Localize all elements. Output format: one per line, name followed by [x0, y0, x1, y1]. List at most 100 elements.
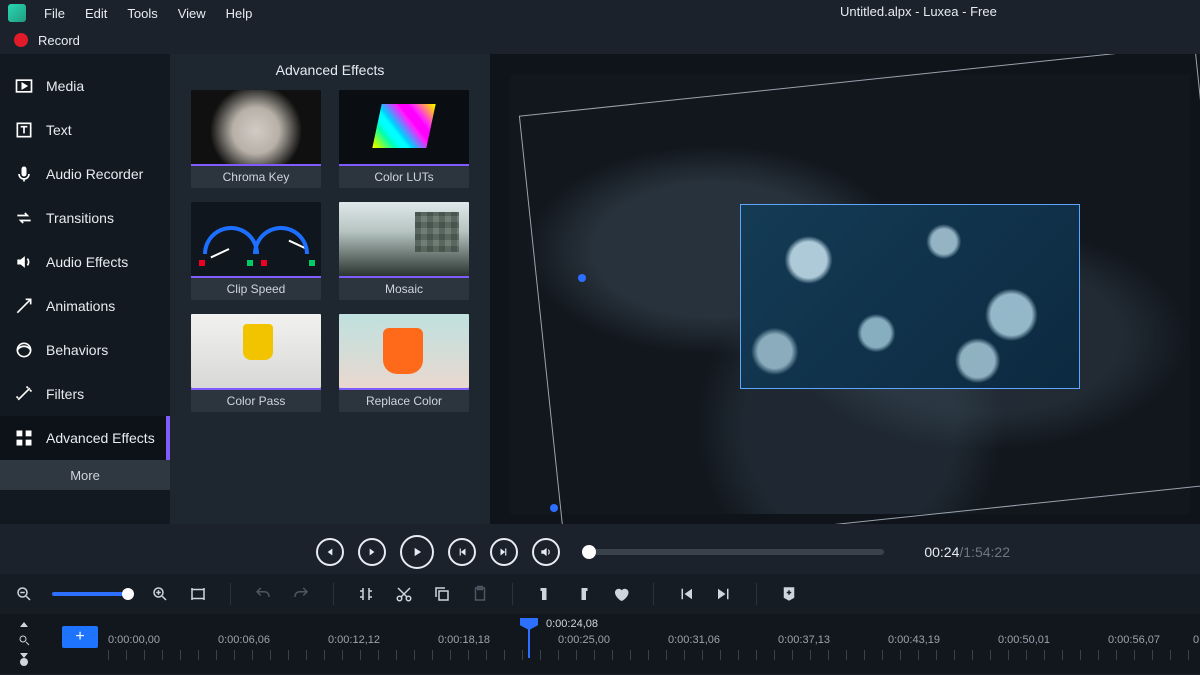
effect-card-replace-color[interactable]: Replace Color: [339, 314, 469, 412]
ruler-label: 0:00:06,06: [218, 634, 270, 646]
add-marker-icon[interactable]: [779, 584, 799, 604]
playhead-time-label: 0:00:24,08: [546, 618, 598, 630]
sidebar: Media Text Audio Recorder Transitions Au…: [0, 54, 170, 524]
sidebar-item-label: Audio Effects: [46, 254, 128, 270]
sidebar-item-label: Filters: [46, 386, 84, 402]
zoom-in-icon[interactable]: [150, 584, 170, 604]
app-logo-icon: [8, 4, 26, 22]
effect-thumbnail: [339, 90, 469, 164]
sidebar-item-animations[interactable]: Animations: [0, 284, 170, 328]
track-indicator: [20, 658, 28, 666]
record-button[interactable]: Record: [38, 33, 80, 48]
timeline-toolbar: [0, 574, 1200, 614]
ruler-label: 0:00:12,12: [328, 634, 380, 646]
go-start-icon[interactable]: [676, 584, 696, 604]
skip-back-button[interactable]: [448, 538, 476, 566]
effect-card-chroma-key[interactable]: Chroma Key: [191, 90, 321, 188]
sidebar-item-audio-effects[interactable]: Audio Effects: [0, 240, 170, 284]
menu-help[interactable]: Help: [216, 0, 263, 26]
ruler-label: 0:00:25,00: [558, 634, 610, 646]
duration-time: 1:54:22: [963, 544, 1010, 560]
undo-icon[interactable]: [253, 584, 273, 604]
effect-card-color-luts[interactable]: Color LUTs: [339, 90, 469, 188]
selection-handle[interactable]: [578, 274, 586, 282]
sidebar-item-media[interactable]: Media: [0, 64, 170, 108]
redo-icon[interactable]: [291, 584, 311, 604]
sidebar-item-audio-recorder[interactable]: Audio Recorder: [0, 152, 170, 196]
effect-label: Color LUTs: [339, 164, 469, 188]
volume-button[interactable]: [532, 538, 560, 566]
effect-label: Mosaic: [339, 276, 469, 300]
mark-out-icon[interactable]: [573, 584, 593, 604]
add-track-button[interactable]: +: [62, 626, 98, 648]
sidebar-item-label: Advanced Effects: [46, 430, 155, 446]
playback-progress[interactable]: [584, 549, 884, 555]
arrow-up-icon[interactable]: [18, 620, 30, 632]
effect-thumbnail: [339, 202, 469, 276]
sidebar-item-label: Text: [46, 122, 72, 138]
current-time: 00:24: [924, 544, 959, 560]
effects-panel: Advanced Effects Chroma Key Color LUTs C…: [170, 54, 490, 524]
selection-handle[interactable]: [550, 504, 558, 512]
sidebar-item-behaviors[interactable]: Behaviors: [0, 328, 170, 372]
go-end-icon[interactable]: [714, 584, 734, 604]
menu-file[interactable]: File: [34, 0, 75, 26]
menu-tools[interactable]: Tools: [117, 0, 167, 26]
ruler-label: 0:01:0: [1193, 634, 1200, 646]
play-button[interactable]: [400, 535, 434, 569]
timeline-ruler[interactable]: 0:00:00,00 0:00:06,06 0:00:12,12 0:00:18…: [108, 618, 1200, 658]
main-area: Media Text Audio Recorder Transitions Au…: [0, 54, 1200, 524]
effect-label: Color Pass: [191, 388, 321, 412]
effect-card-color-pass[interactable]: Color Pass: [191, 314, 321, 412]
progress-handle[interactable]: [582, 545, 596, 559]
sidebar-item-label: Transitions: [46, 210, 114, 226]
animation-icon: [14, 296, 34, 316]
ruler-label: 0:00:00,00: [108, 634, 160, 646]
preview-viewport[interactable]: [490, 54, 1200, 524]
effect-card-mosaic[interactable]: Mosaic: [339, 202, 469, 300]
paste-icon[interactable]: [470, 584, 490, 604]
sidebar-item-advanced-effects[interactable]: Advanced Effects: [0, 416, 170, 460]
magic-wand-icon: [14, 384, 34, 404]
mark-in-icon[interactable]: [535, 584, 555, 604]
menu-view[interactable]: View: [168, 0, 216, 26]
ruler-label: 0:00:31,06: [668, 634, 720, 646]
sidebar-item-transitions[interactable]: Transitions: [0, 196, 170, 240]
favorite-icon[interactable]: [611, 584, 631, 604]
effect-thumbnail: [339, 314, 469, 388]
fit-timeline-icon[interactable]: [188, 584, 208, 604]
zoom-slider[interactable]: [52, 592, 132, 596]
sidebar-item-label: Audio Recorder: [46, 166, 143, 182]
copy-icon[interactable]: [432, 584, 452, 604]
effect-card-clip-speed[interactable]: Clip Speed: [191, 202, 321, 300]
menu-edit[interactable]: Edit: [75, 0, 117, 26]
prev-frame-button[interactable]: [316, 538, 344, 566]
ruler-label: 0:00:50,01: [998, 634, 1050, 646]
sidebar-item-filters[interactable]: Filters: [0, 372, 170, 416]
split-icon[interactable]: [356, 584, 376, 604]
effect-label: Clip Speed: [191, 276, 321, 300]
transitions-icon: [14, 208, 34, 228]
sidebar-more-button[interactable]: More: [0, 460, 170, 490]
sidebar-item-label: Animations: [46, 298, 115, 314]
media-icon: [14, 76, 34, 96]
effect-label: Chroma Key: [191, 164, 321, 188]
cut-icon[interactable]: [394, 584, 414, 604]
playback-timecode: 00:24/1:54:22: [924, 544, 1010, 560]
zoom-icon[interactable]: [18, 634, 30, 646]
sidebar-item-label: Behaviors: [46, 342, 108, 358]
timeline[interactable]: + 0:00:00,00 0:00:06,06 0:00:12,12 0:00:…: [0, 614, 1200, 674]
playhead[interactable]: [528, 618, 530, 658]
zoom-out-icon[interactable]: [14, 584, 34, 604]
advanced-effects-icon: [14, 428, 34, 448]
ruler-label: 0:00:18,18: [438, 634, 490, 646]
effect-thumbnail: [191, 90, 321, 164]
sidebar-item-text[interactable]: Text: [0, 108, 170, 152]
record-icon: [14, 33, 28, 47]
next-frame-button[interactable]: [358, 538, 386, 566]
effect-label: Replace Color: [339, 388, 469, 412]
menu-bar: File Edit Tools View Help Untitled.alpx …: [0, 0, 1200, 26]
skip-forward-button[interactable]: [490, 538, 518, 566]
ruler-label: 0:00:56,07: [1108, 634, 1160, 646]
preview-clip[interactable]: [740, 204, 1080, 389]
